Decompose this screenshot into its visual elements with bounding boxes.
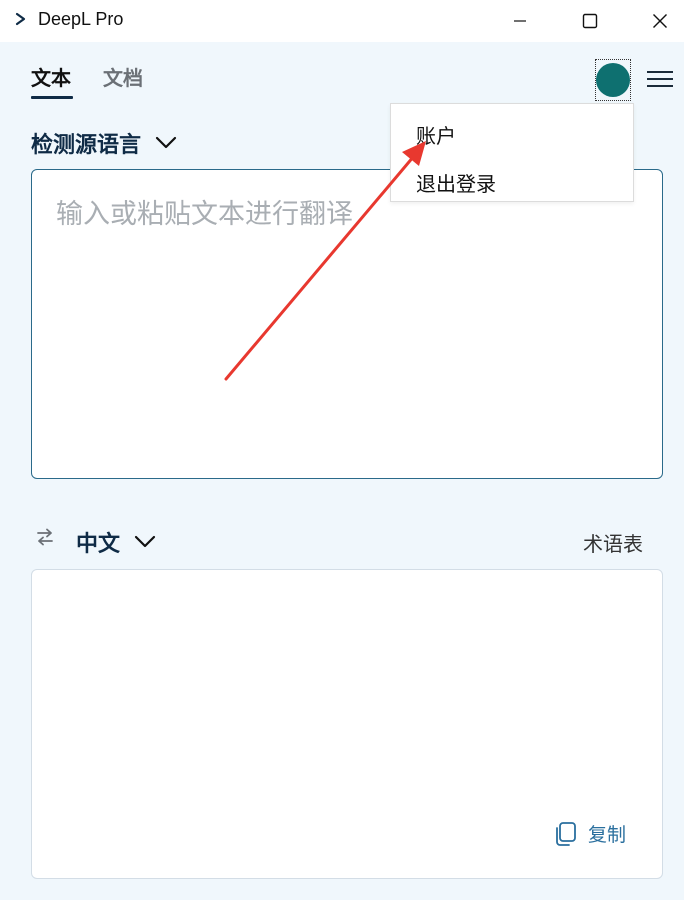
tab-documents[interactable]: 文档 bbox=[103, 62, 143, 91]
source-language-selector[interactable]: 检测源语言 bbox=[31, 127, 177, 159]
source-placeholder: 输入或粘贴文本进行翻译 bbox=[56, 199, 353, 230]
source-language-label: 检测源语言 bbox=[31, 133, 142, 158]
avatar bbox=[596, 63, 630, 97]
glossary-button[interactable]: 术语表 bbox=[583, 528, 643, 557]
active-tab-indicator bbox=[31, 96, 73, 99]
minimize-button[interactable] bbox=[498, 0, 542, 42]
swap-arrows-icon[interactable] bbox=[35, 528, 55, 546]
title-bar: DeepL Pro bbox=[0, 0, 684, 42]
source-text-input[interactable]: 输入或粘贴文本进行翻译 bbox=[31, 169, 663, 479]
copy-button[interactable]: 复制 bbox=[552, 820, 626, 847]
account-avatar-button[interactable] bbox=[595, 59, 631, 101]
maximize-icon bbox=[582, 13, 598, 29]
minimize-icon bbox=[514, 20, 526, 22]
target-language-selector[interactable]: 中文 bbox=[76, 526, 156, 558]
close-button[interactable] bbox=[638, 0, 682, 42]
close-icon bbox=[653, 14, 667, 28]
copy-label: 复制 bbox=[588, 824, 627, 846]
maximize-button[interactable] bbox=[568, 0, 612, 42]
tab-text[interactable]: 文本 bbox=[31, 62, 71, 91]
deepl-chevron-icon bbox=[15, 12, 26, 26]
menu-item-logout[interactable]: 退出登录 bbox=[416, 168, 496, 197]
chevron-down-icon bbox=[134, 535, 156, 548]
hamburger-menu-icon[interactable] bbox=[646, 68, 674, 90]
chevron-down-icon bbox=[155, 136, 177, 149]
account-dropdown-menu: 账户 退出登录 bbox=[390, 103, 634, 202]
menu-item-account[interactable]: 账户 bbox=[416, 120, 456, 149]
window-title: DeepL Pro bbox=[38, 9, 124, 29]
target-language-label: 中文 bbox=[76, 532, 121, 557]
copy-icon bbox=[556, 821, 576, 846]
